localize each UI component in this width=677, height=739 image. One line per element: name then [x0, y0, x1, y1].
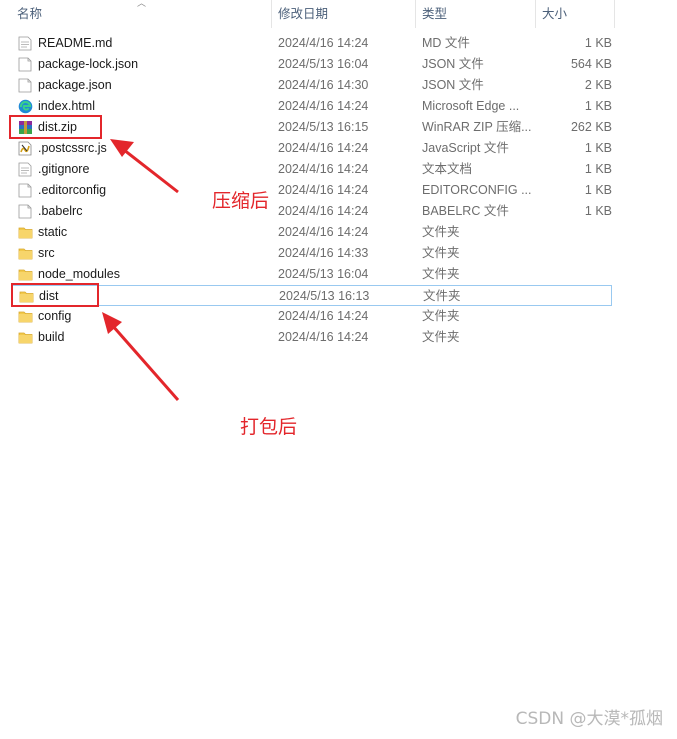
arrow-to-dist: [102, 312, 180, 401]
watermark: CSDN @大漠*孤烟: [515, 709, 663, 729]
annotation-arrows: [102, 139, 180, 401]
annotation-after-compress: 压缩后: [212, 190, 270, 212]
annotation-after-build: 打包后: [240, 416, 298, 438]
arrow-to-zip: [110, 139, 179, 194]
